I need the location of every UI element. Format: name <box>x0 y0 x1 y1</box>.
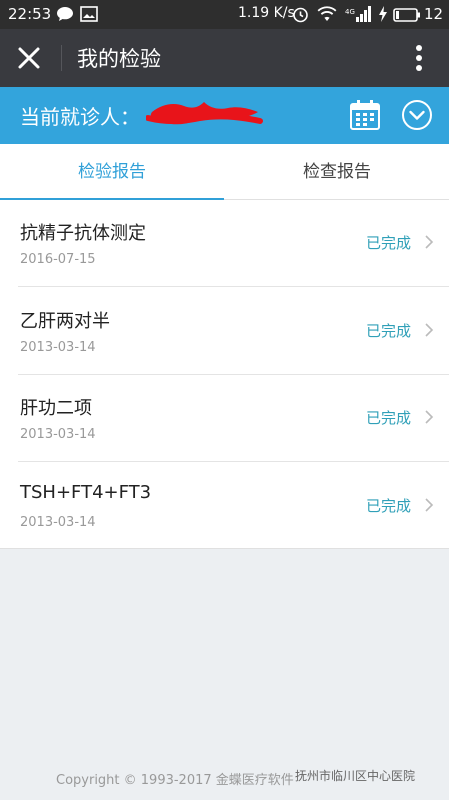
image-icon <box>80 6 98 22</box>
report-status: 已完成 <box>366 322 412 340</box>
alarm-icon <box>293 7 308 23</box>
report-date: 2013-03-14 <box>20 515 96 530</box>
row-divider <box>18 286 449 287</box>
chat-icon <box>57 7 73 21</box>
patient-bar: 当前就诊人： <box>0 87 449 144</box>
report-date: 2013-03-14 <box>20 340 96 355</box>
network-speed: 1.19 K/s <box>238 5 295 21</box>
status-time: 22:53 <box>8 5 52 23</box>
tab-lab-reports[interactable]: 检验报告 <box>0 144 224 201</box>
report-name: 乙肝两对半 <box>20 311 110 332</box>
copyright-footer: Copyright © 1993-2017 金蝶医疗软件 <box>56 773 294 788</box>
svg-text:4G: 4G <box>345 8 355 16</box>
list-item[interactable]: 肝功二项 2013-03-14 已完成 <box>0 375 449 462</box>
page-title: 我的检验 <box>77 47 161 71</box>
list-item[interactable]: 抗精子抗体测定 2016-07-15 已完成 <box>0 200 449 287</box>
chevron-down-circle-icon[interactable] <box>401 99 433 131</box>
source-watermark: 抚州市临川区中心医院 <box>295 769 416 783</box>
current-patient-label: 当前就诊人： <box>20 105 140 129</box>
report-date: 2013-03-14 <box>20 427 96 442</box>
close-icon[interactable] <box>12 41 46 75</box>
battery-icon <box>393 8 420 22</box>
chevron-right-icon <box>425 498 434 512</box>
report-name: 肝功二项 <box>20 398 92 419</box>
report-tabs: 检验报告 检查报告 <box>0 144 449 201</box>
calendar-icon[interactable] <box>348 98 382 132</box>
report-name: 抗精子抗体测定 <box>20 223 146 244</box>
chevron-right-icon <box>425 235 434 249</box>
list-item[interactable]: 乙肝两对半 2013-03-14 已完成 <box>0 288 449 375</box>
row-divider <box>18 461 449 462</box>
signal-icon: 4G <box>345 6 371 22</box>
tab-exam-reports[interactable]: 检查报告 <box>225 144 449 200</box>
report-status: 已完成 <box>366 497 412 515</box>
chevron-right-icon <box>425 323 434 337</box>
status-bar: 22:53 1.19 K/s 4G 12 <box>0 0 449 29</box>
title-divider <box>61 45 62 71</box>
charging-icon <box>379 6 387 22</box>
wifi-icon <box>317 6 337 21</box>
report-status: 已完成 <box>366 234 412 252</box>
report-status: 已完成 <box>366 409 412 427</box>
report-date: 2016-07-15 <box>20 252 96 267</box>
report-list: 抗精子抗体测定 2016-07-15 已完成 乙肝两对半 2013-03-14 … <box>0 200 449 549</box>
chevron-right-icon <box>425 410 434 424</box>
battery-level: 12 <box>424 5 444 23</box>
report-name: TSH+FT4+FT3 <box>20 482 152 503</box>
redaction-mark <box>146 102 263 125</box>
title-bar: 我的检验 <box>0 29 449 87</box>
more-vertical-icon[interactable] <box>405 41 433 75</box>
list-item[interactable]: TSH+FT4+FT3 2013-03-14 已完成 <box>0 463 449 550</box>
